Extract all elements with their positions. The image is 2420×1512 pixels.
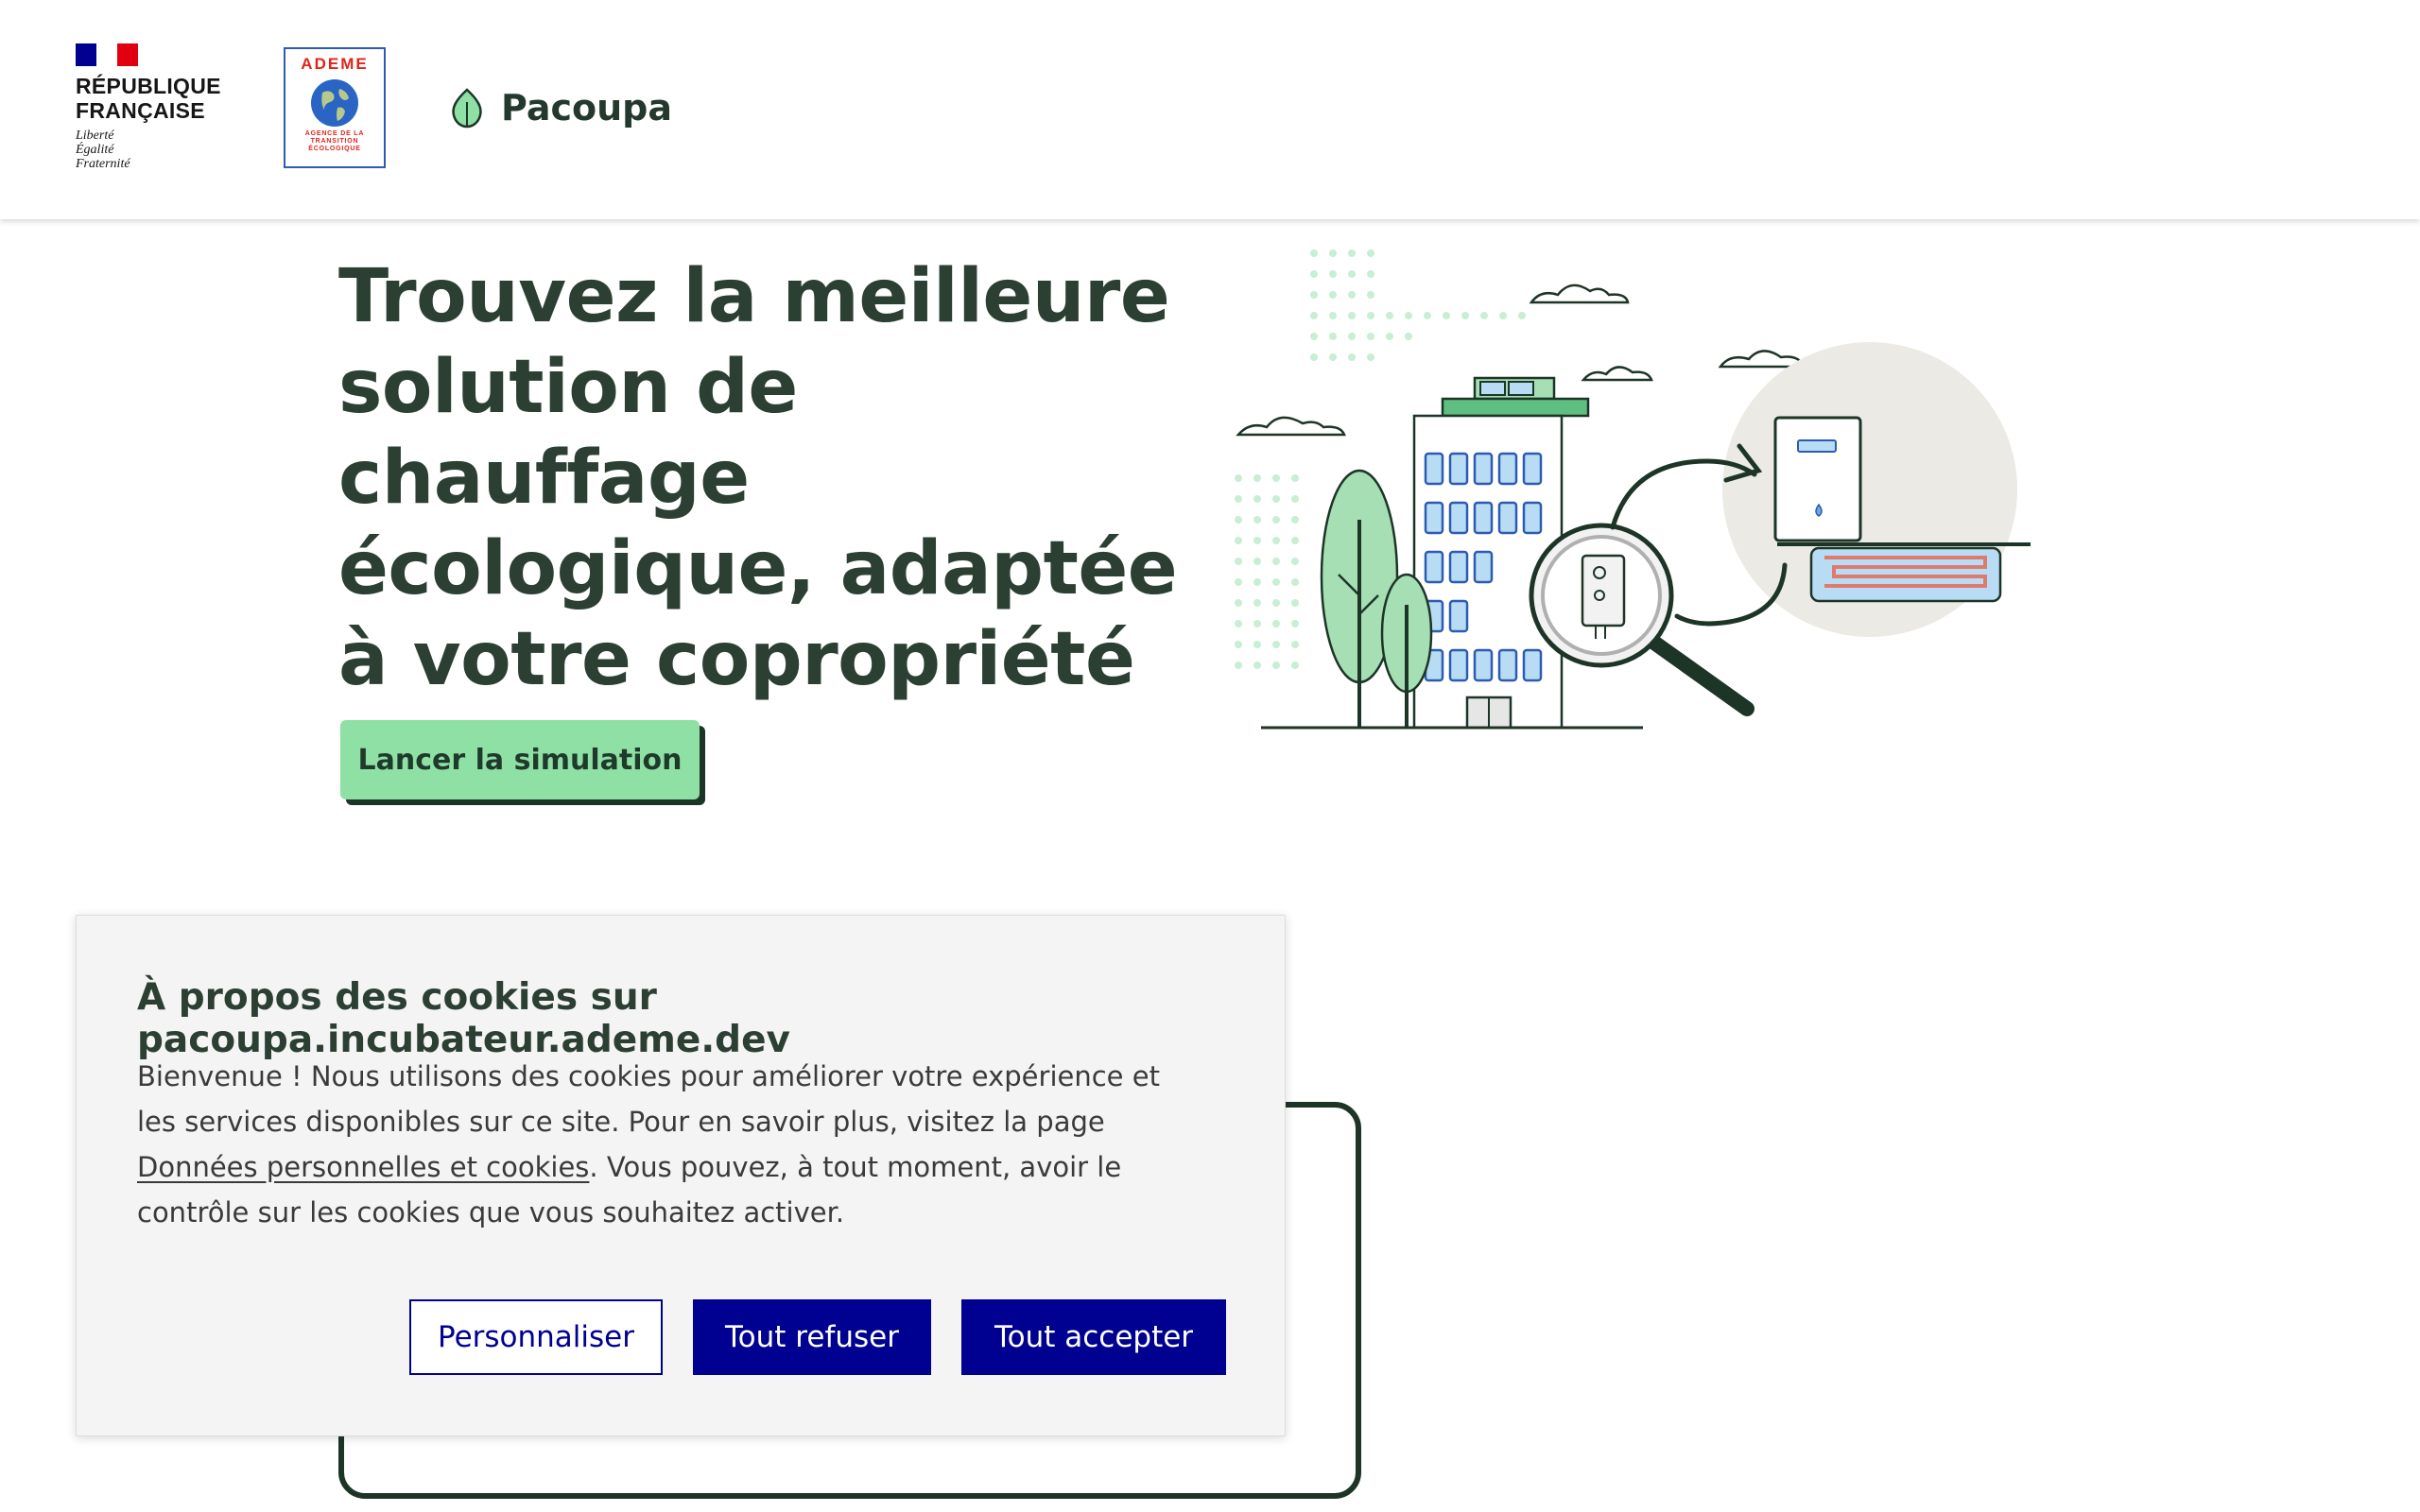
personalize-cookies-button[interactable]: Personnaliser — [409, 1299, 663, 1375]
cookie-text-before: Bienvenue ! Nous utilisons des cookies p… — [137, 1060, 1160, 1138]
rf-motto-liberte: Liberté — [76, 129, 114, 143]
republique-francaise-logo[interactable]: RÉPUBLIQUE FRANÇAISE Liberté Égalité Fra… — [76, 43, 227, 185]
french-flag-icon — [76, 43, 138, 66]
ademe-subtitle: AGENCE DE LA TRANSITION ÉCOLOGIQUE — [304, 130, 365, 152]
cookie-banner-text: Bienvenue ! Nous utilisons des cookies p… — [137, 1054, 1196, 1235]
rf-title-line1: RÉPUBLIQUE — [76, 74, 221, 98]
rf-motto-fraternite: Fraternité — [76, 157, 130, 171]
rf-title-line2: FRANÇAISE — [76, 98, 205, 123]
ademe-logo[interactable]: ADEME AGENCE DE LA TRANSITION ÉCOLOGIQUE — [284, 47, 386, 168]
start-simulation-button[interactable]: Lancer la simulation — [340, 720, 700, 799]
rf-motto-egalite: Égalité — [76, 143, 114, 157]
refuse-all-cookies-button[interactable]: Tout refuser — [693, 1299, 931, 1375]
globe-icon — [311, 79, 358, 127]
ademe-title: ADEME — [301, 55, 369, 73]
rf-motto: Liberté Égalité Fraternité — [76, 129, 227, 171]
magnifier-icon — [1529, 523, 1754, 716]
leaf-icon — [452, 88, 482, 129]
hero-title: Trouvez la meilleure solution de chauffa… — [338, 254, 1178, 702]
brand-name: Pacoupa — [501, 87, 673, 129]
cookie-banner: À propos des cookies sur pacoupa.incubat… — [76, 915, 1286, 1436]
brand-link[interactable]: Pacoupa — [448, 81, 672, 134]
cookie-banner-title: À propos des cookies sur pacoupa.incubat… — [137, 976, 790, 1061]
privacy-policy-link[interactable]: Données personnelles et cookies — [137, 1151, 589, 1183]
accept-all-cookies-button[interactable]: Tout accepter — [961, 1299, 1226, 1375]
heating-illustration — [1235, 249, 2031, 730]
rf-title: RÉPUBLIQUE FRANÇAISE — [76, 74, 227, 123]
site-header: RÉPUBLIQUE FRANÇAISE Liberté Égalité Fra… — [0, 0, 2420, 219]
